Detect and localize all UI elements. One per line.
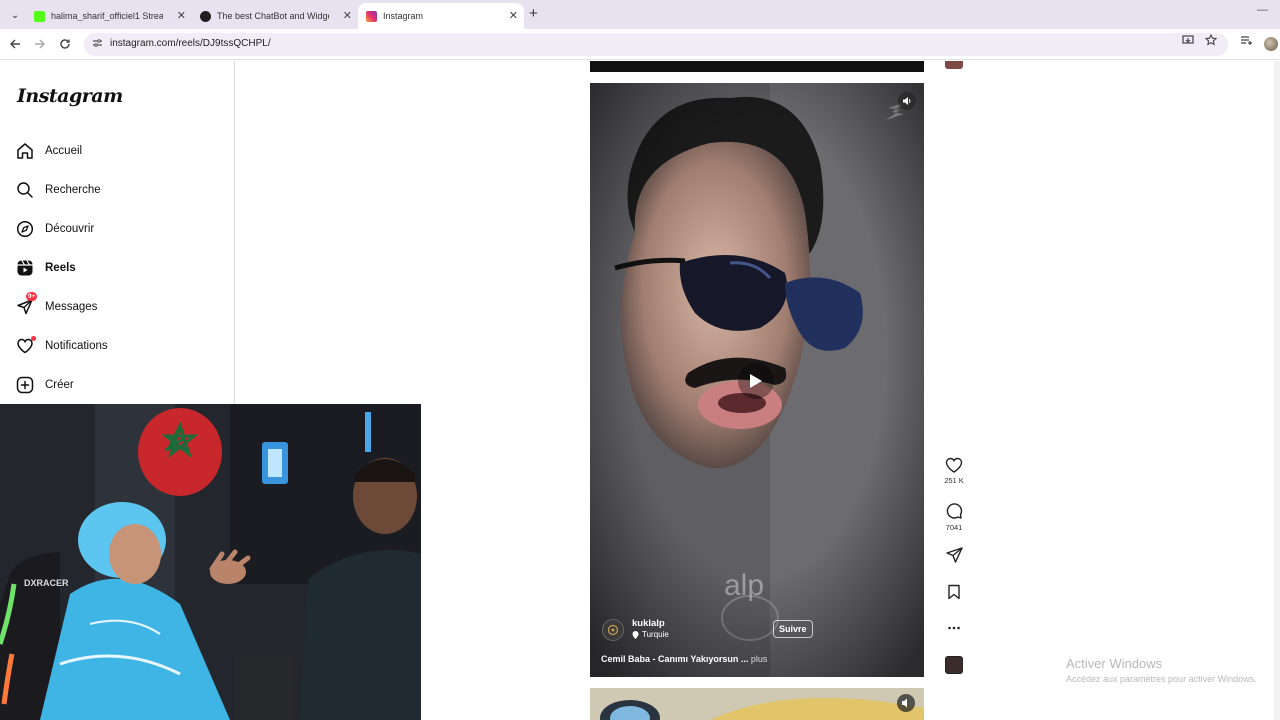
more-link[interactable]: plus: [751, 654, 768, 664]
tab-kick-stream[interactable]: halima_sharif_officiel1 Stream ✕: [26, 3, 192, 29]
plus-square-icon: [16, 376, 34, 394]
bookmark-icon[interactable]: [947, 584, 961, 600]
previous-reel-audio-thumbnail[interactable]: [945, 61, 963, 69]
share-paper-plane-icon[interactable]: [945, 547, 963, 563]
profile-avatar[interactable]: [1264, 37, 1278, 51]
reel-caption: Cemil Baba - Canımı Yakıyorsun ... plus: [601, 654, 767, 664]
tab-label: Instagram: [383, 11, 424, 21]
caption-text: Cemil Baba - Canımı Yakıyorsun ...: [601, 654, 749, 664]
location-pin-icon: [632, 630, 639, 639]
speaker-icon: [903, 97, 911, 105]
close-tab-icon[interactable]: ✕: [177, 9, 186, 22]
reels-icon: [16, 259, 34, 277]
sidebar-item-messages[interactable]: 9+ Messages: [16, 292, 98, 318]
address-bar[interactable]: instagram.com/reels/DJ9tssQCHPL/: [84, 33, 1228, 56]
next-reel-video[interactable]: [590, 688, 924, 720]
sidebar-item-label: Notifications: [45, 340, 108, 352]
browser-tab-strip: ⌄ halima_sharif_officiel1 Stream ✕ The b…: [0, 0, 1280, 29]
reel-video[interactable]: alp kuklalp Turquie Suivre Cemil Baba - …: [590, 83, 924, 677]
compass-icon: [16, 220, 34, 238]
more-options-action: [943, 621, 965, 635]
sidebar-item-explore[interactable]: Découvrir: [16, 218, 94, 240]
tab-label: halima_sharif_officiel1 Stream: [51, 11, 163, 21]
kick-favicon-icon: [34, 10, 45, 22]
sidebar-item-label: Messages: [45, 301, 98, 313]
instagram-logo[interactable]: Instagram: [17, 85, 123, 107]
like-action: 251 K: [943, 457, 965, 485]
sidebar-item-label: Reels: [45, 262, 76, 274]
github-favicon-icon: [200, 10, 211, 22]
comment-action: 7041: [943, 502, 965, 532]
site-info-icon[interactable]: [92, 38, 103, 51]
home-icon: [16, 142, 34, 160]
audio-track-thumbnail[interactable]: [945, 656, 963, 674]
webcam-overlay: DXRACER: [0, 404, 421, 720]
reading-list-icon[interactable]: [1240, 34, 1252, 49]
close-tab-icon[interactable]: ✕: [343, 9, 352, 22]
windows-activation-title: Activer Windows: [1066, 656, 1163, 671]
next-reel-frame-image: [590, 688, 924, 720]
sidebar-item-label: Recherche: [45, 184, 101, 196]
back-button[interactable]: [7, 36, 23, 52]
back-arrow-icon: [10, 39, 20, 49]
play-icon: [750, 374, 762, 388]
tab-label: The best ChatBot and Widgets: [217, 11, 329, 21]
sidebar-item-search[interactable]: Recherche: [16, 179, 101, 201]
comment-count: 7041: [945, 523, 963, 532]
previous-reel-video[interactable]: [590, 61, 924, 72]
share-action: [943, 547, 965, 563]
author-username[interactable]: kuklalp: [632, 618, 665, 629]
windows-activation-subtitle: Accédez aux paramètres pour activer Wind…: [1066, 674, 1257, 684]
location-label: Turquie: [642, 630, 669, 639]
tab-search-button[interactable]: ⌄: [6, 6, 24, 24]
search-icon: [16, 181, 34, 199]
sidebar-item-reels[interactable]: Reels: [16, 257, 76, 279]
instagram-favicon-icon: [366, 10, 377, 22]
sidebar-item-label: Accueil: [45, 145, 83, 157]
sidebar-item-home[interactable]: Accueil: [16, 140, 82, 162]
reload-button[interactable]: [57, 36, 73, 52]
new-tab-button[interactable]: +: [529, 5, 538, 22]
author-logo-icon: [607, 624, 619, 636]
messenger-icon: 9+: [16, 292, 38, 316]
webcam-scene-image: DXRACER: [0, 404, 421, 720]
notification-dot: [31, 336, 36, 341]
author-avatar[interactable]: [602, 619, 624, 641]
play-button[interactable]: [738, 363, 774, 399]
close-tab-icon[interactable]: ✕: [509, 9, 518, 22]
bookmark-star-icon[interactable]: [1204, 33, 1218, 49]
sidebar-item-notifications[interactable]: Notifications: [16, 335, 108, 357]
sidebar-item-create[interactable]: Créer: [16, 374, 74, 396]
window-minimize-button[interactable]: —: [1257, 4, 1268, 16]
sidebar-item-label: Découvrir: [45, 223, 95, 235]
sidebar-item-label: Créer: [45, 379, 74, 391]
like-heart-icon[interactable]: [945, 457, 963, 473]
reload-icon: [60, 39, 70, 49]
tab-instagram[interactable]: Instagram ✕: [358, 3, 524, 29]
forward-arrow-icon: [35, 39, 45, 49]
heart-icon: [16, 336, 36, 355]
install-app-icon[interactable]: [1182, 34, 1194, 49]
like-count: 251 K: [944, 476, 964, 485]
forward-button[interactable]: [32, 36, 48, 52]
svg-text:DXRACER: DXRACER: [24, 578, 69, 588]
save-action: [943, 584, 965, 600]
messages-badge: 9+: [26, 292, 38, 301]
browser-toolbar: instagram.com/reels/DJ9tssQCHPL/: [0, 29, 1280, 60]
comment-icon[interactable]: [945, 502, 963, 520]
url-text: instagram.com/reels/DJ9tssQCHPL/: [110, 38, 271, 49]
mute-toggle-button[interactable]: [898, 92, 916, 110]
more-dots-icon[interactable]: [947, 621, 961, 635]
page-scrollbar[interactable]: [1274, 61, 1280, 720]
reel-location[interactable]: Turquie: [632, 630, 669, 639]
tab-chatbot[interactable]: The best ChatBot and Widgets ✕: [192, 3, 358, 29]
follow-button[interactable]: Suivre: [773, 620, 813, 638]
